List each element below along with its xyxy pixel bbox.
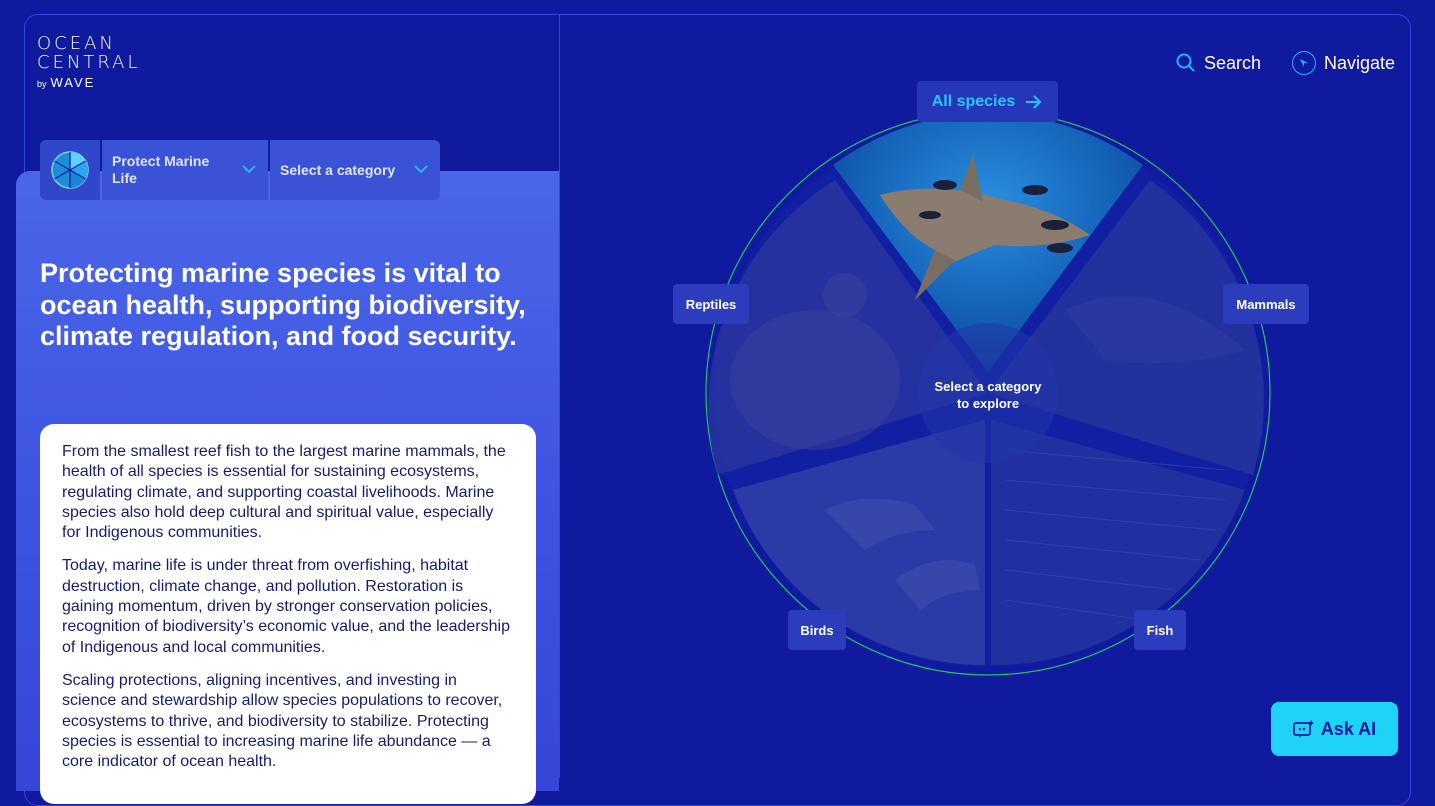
search-icon	[1176, 53, 1195, 72]
page-headline: Protecting marine species is vital to oc…	[40, 258, 526, 351]
center-prompt-line-1: Select a category	[934, 379, 1042, 394]
navigate-label: Navigate	[1324, 52, 1396, 73]
info-card: From the smallest reef fish to the large…	[40, 424, 536, 804]
search-label: Search	[1204, 52, 1262, 73]
chevron-down-icon	[242, 165, 256, 174]
info-paragraph: From the smallest reef fish to the large…	[62, 443, 506, 542]
marine-life-wheel-icon	[51, 151, 89, 189]
category-reptiles-button[interactable]: Reptiles	[673, 284, 749, 324]
ai-chat-icon	[1292, 720, 1314, 738]
category-dropdown-placeholder: Select a category	[280, 161, 396, 178]
wheel-center-prompt: Select a category to explore	[918, 378, 1058, 412]
logo-line-2: CENTRAL	[37, 52, 141, 73]
info-paragraph: Today, marine life is under threat from …	[62, 557, 510, 656]
center-prompt-line-2: to explore	[956, 396, 1020, 411]
category-fish-button[interactable]: Fish	[1134, 610, 1186, 650]
goal-dropdown[interactable]: Protect Marine Life	[102, 140, 268, 200]
ocean-central-logo[interactable]: OCEAN CENTRAL by WAVE	[37, 33, 141, 90]
category-mammals-button[interactable]: Mammals	[1223, 284, 1309, 324]
goal-dropdown-value: Protect Marine Life	[112, 153, 210, 186]
panel-divider	[559, 15, 560, 778]
arrow-right-icon	[1026, 94, 1042, 109]
turtle-head-shape	[823, 273, 867, 317]
compass-icon	[1292, 51, 1316, 75]
category-birds-button[interactable]: Birds	[788, 610, 846, 650]
goal-icon-box	[40, 140, 100, 200]
search-button[interactable]: Search	[1176, 50, 1261, 76]
info-paragraph: Scaling protections, aligning incentives…	[62, 671, 503, 771]
ask-ai-label: Ask AI	[1320, 718, 1377, 739]
all-species-label: All species	[931, 92, 1016, 110]
category-dropdown[interactable]: Select a category	[270, 140, 440, 200]
ask-ai-button[interactable]: Ask AI	[1271, 702, 1398, 756]
navigate-button[interactable]: Navigate	[1292, 50, 1395, 76]
goal-selector-bar: Protect Marine Life Select a category	[40, 140, 440, 200]
logo-line-1: OCEAN	[37, 33, 116, 54]
chevron-down-icon	[414, 165, 428, 174]
turtle-shape	[730, 310, 900, 450]
logo-by-line: by WAVE	[37, 75, 96, 90]
all-species-button[interactable]: All species	[917, 81, 1058, 122]
